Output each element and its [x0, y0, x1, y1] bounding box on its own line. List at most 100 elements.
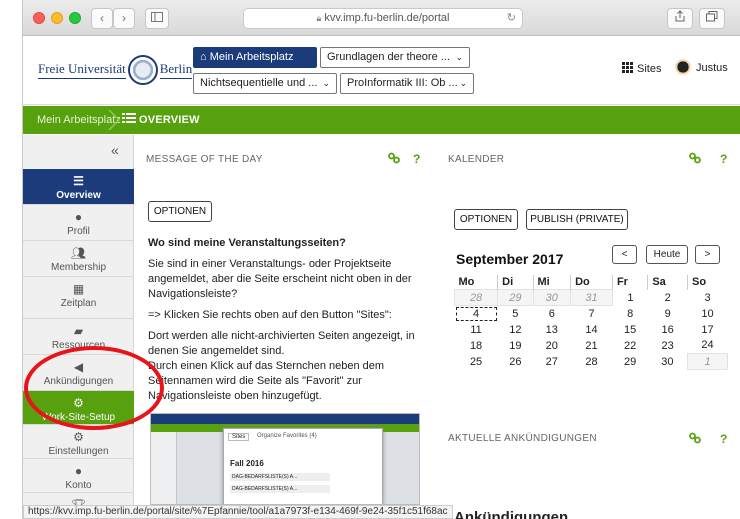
- nav-site-select-2[interactable]: Nichtsequentielle und ... ⌄: [193, 73, 337, 94]
- calendar-week-row: 11 12 13 14 15 16 17: [455, 322, 728, 338]
- chevron-down-icon: ⌄: [459, 78, 467, 88]
- help-icon[interactable]: ?: [413, 152, 420, 166]
- forward-button[interactable]: ›: [113, 8, 135, 29]
- calendar-prev-button[interactable]: <: [612, 245, 637, 264]
- nav-site-select-1[interactable]: Grundlagen der theore ... ⌄: [320, 47, 470, 68]
- calendar-day[interactable]: 30: [648, 354, 688, 370]
- calendar-day[interactable]: 2: [648, 290, 688, 306]
- calendar-next-button[interactable]: >: [695, 245, 720, 264]
- calendar-day[interactable]: 9: [648, 306, 688, 322]
- calendar-day[interactable]: 1: [687, 353, 728, 370]
- calendar-icon: ▦: [72, 282, 85, 296]
- calendar-week-row: 18 19 20 21 22 23 24: [455, 338, 728, 354]
- calendar-day[interactable]: 28: [571, 354, 613, 370]
- motd-paragraph: => Klicken Sie rechts oben auf den Butto…: [148, 309, 392, 321]
- sidebar-item-zeitplan[interactable]: ▦ Zeitplan: [23, 277, 134, 319]
- user-menu[interactable]: Justus: [673, 58, 728, 78]
- calendar-publish-button[interactable]: PUBLISH (PRIVATE): [526, 209, 628, 230]
- zoom-window-button[interactable]: [69, 12, 81, 24]
- sidebar-item-profil[interactable]: ● Profil: [23, 205, 134, 241]
- collapse-sidebar-icon[interactable]: «: [111, 142, 119, 158]
- sidebar-item-einstellungen[interactable]: ⚙ Einstellungen: [23, 425, 134, 459]
- tabs-icon: [706, 11, 718, 22]
- weekday-header: Do: [570, 275, 613, 290]
- link-icon[interactable]: [388, 152, 400, 167]
- browser-titlebar: ‹ › 🔒︎ kvv.imp.fu-berlin.de/portal ↻: [23, 0, 740, 36]
- calendar-day[interactable]: 29: [612, 354, 647, 370]
- calendar-day[interactable]: 7: [571, 306, 613, 322]
- link-icon[interactable]: [689, 432, 701, 447]
- calendar-day[interactable]: 25: [455, 354, 498, 370]
- shot-header: [151, 414, 419, 424]
- logo-text-left: Freie Universität: [38, 61, 126, 79]
- calendar-day[interactable]: 11: [455, 322, 498, 338]
- calendar-day[interactable]: 28: [453, 289, 499, 306]
- calendar-day[interactable]: 12: [498, 322, 533, 338]
- calendar-day[interactable]: 5: [498, 306, 533, 322]
- calendar-day[interactable]: 10: [688, 306, 728, 322]
- back-button[interactable]: ‹: [91, 8, 113, 29]
- sidebar-item-membership[interactable]: 👥︎ Membership: [23, 241, 134, 277]
- close-window-button[interactable]: [33, 12, 45, 24]
- calendar-day[interactable]: 31: [570, 289, 613, 306]
- sidebar-item-overview[interactable]: ☰ Overview: [23, 169, 134, 205]
- list-icon: [122, 113, 136, 124]
- calendar-day-today[interactable]: 4: [455, 306, 498, 322]
- help-icon[interactable]: ?: [720, 432, 727, 446]
- sidebar-toggle-button[interactable]: [145, 8, 169, 29]
- fu-berlin-logo[interactable]: Freie Universität Berlin: [38, 55, 193, 85]
- shot-row: DAG-BEDARFSLISTE(S) A...: [230, 473, 330, 481]
- calendar-today-button[interactable]: Heute: [646, 245, 688, 264]
- shot-tab-favorites: Organize Favorites (4): [257, 433, 317, 439]
- calendar-grid: Mo Di Mi Do Fr Sa So 28 29 30 31 1 2 3 4…: [453, 275, 728, 370]
- calendar-day[interactable]: 1: [612, 290, 647, 306]
- calendar-day[interactable]: 14: [571, 322, 613, 338]
- sidebar-item-label: Membership: [50, 262, 107, 273]
- page-title-text: OVERVIEW: [139, 114, 200, 126]
- user-icon: ●: [74, 464, 83, 478]
- breadcrumb: Mein Arbeitsplatz OVERVIEW: [23, 106, 740, 134]
- tabs-button[interactable]: [699, 8, 725, 29]
- weekday-header: Di: [497, 275, 534, 290]
- link-icon[interactable]: [689, 152, 701, 167]
- nav-my-workspace[interactable]: ⌂ Mein Arbeitsplatz: [193, 47, 317, 68]
- calendar-day[interactable]: 6: [533, 306, 571, 322]
- sidebar-item-konto[interactable]: ● Konto: [23, 459, 134, 493]
- calendar-day[interactable]: 29: [497, 289, 534, 306]
- calendar-day[interactable]: 26: [498, 354, 533, 370]
- calendar-day[interactable]: 18: [455, 338, 498, 354]
- calendar-day[interactable]: 15: [612, 322, 647, 338]
- calendar-day[interactable]: 22: [612, 338, 647, 354]
- calendar-day[interactable]: 19: [498, 338, 533, 354]
- share-button[interactable]: [667, 8, 693, 29]
- chevron-down-icon: ⌄: [455, 52, 463, 62]
- user-name: Justus: [696, 62, 728, 74]
- calendar-day[interactable]: 13: [533, 322, 571, 338]
- calendar-day[interactable]: 3: [688, 290, 728, 306]
- calendar-weekday-row: Mo Di Mi Do Fr Sa So: [455, 275, 728, 290]
- nav-site-select-3[interactable]: ProInformatik III: Ob ... ⌄: [340, 73, 474, 94]
- calendar-day[interactable]: 17: [688, 322, 728, 338]
- address-bar[interactable]: 🔒︎ kvv.imp.fu-berlin.de/portal ↻: [243, 8, 523, 29]
- calendar-day[interactable]: 27: [533, 354, 571, 370]
- minimize-window-button[interactable]: [51, 12, 63, 24]
- motd-options-button[interactable]: OPTIONEN: [148, 201, 212, 222]
- calendar-options-button[interactable]: OPTIONEN: [454, 209, 518, 230]
- calendar-day[interactable]: 30: [532, 289, 572, 306]
- calendar-day[interactable]: 20: [533, 338, 571, 354]
- home-icon: ⌂: [200, 51, 207, 63]
- help-icon[interactable]: ?: [720, 152, 727, 166]
- calendar-day[interactable]: 16: [648, 322, 688, 338]
- motd-screenshot-image: Sites Organize Favorites (4) Fall 2016 D…: [150, 413, 420, 505]
- calendar-day[interactable]: 21: [571, 338, 613, 354]
- sites-button[interactable]: Sites: [622, 62, 661, 75]
- reload-icon[interactable]: ↻: [507, 9, 516, 28]
- nav-site-3-label: ProInformatik III: Ob ...: [347, 77, 458, 89]
- calendar-day[interactable]: 8: [612, 306, 647, 322]
- calendar-week-row: 28 29 30 31 1 2 3: [453, 289, 728, 306]
- chevron-down-icon: ⌄: [322, 78, 330, 88]
- red-annotation-circle: [24, 346, 164, 430]
- calendar-title: KALENDER: [448, 154, 505, 165]
- calendar-day[interactable]: 23: [648, 338, 688, 354]
- calendar-day[interactable]: 24: [688, 338, 728, 354]
